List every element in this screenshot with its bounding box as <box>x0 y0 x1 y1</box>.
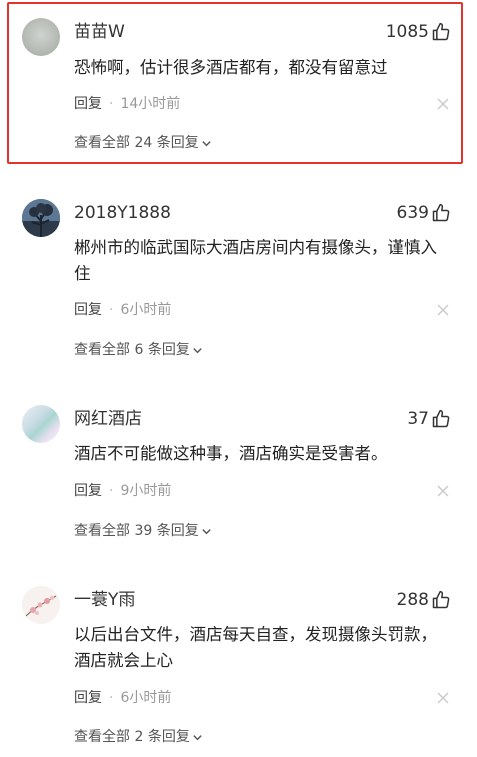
comment-time: 6小时前 <box>120 302 172 318</box>
comment-meta: 回复 · 6小时前 <box>74 689 171 707</box>
reply-button[interactable]: 回复 <box>74 690 102 706</box>
comment-item: 2018Y1888 639 郴州市的临武国际大酒店房间内有摄像头，谨慎入住 回复… <box>0 185 477 375</box>
chevron-down-icon <box>193 734 202 740</box>
separator: · <box>109 690 114 706</box>
like-count: 37 <box>407 409 429 429</box>
reply-button[interactable]: 回复 <box>74 483 102 499</box>
comment-username[interactable]: 2018Y1888 <box>74 202 171 224</box>
view-all-prefix: 查看全部 <box>74 523 130 539</box>
comment-text: 恐怖啊，估计很多酒店都有，都没有留意过 <box>74 58 388 77</box>
thumbs-up-icon <box>432 203 450 222</box>
close-icon[interactable] <box>437 304 449 316</box>
comment-username[interactable]: 网红酒店 <box>74 408 142 430</box>
chevron-down-icon <box>193 347 202 353</box>
close-icon[interactable] <box>437 98 449 110</box>
view-all-replies-link[interactable]: 查看全部 39 条回复 <box>74 522 212 540</box>
comment-time: 14小时前 <box>120 96 181 112</box>
comment-text: 以后出台文件，酒店每天自查，发现摄像头罚款，酒店就会上心 <box>74 625 437 670</box>
comment-text: 酒店不可能做这种事，酒店确实是受害者。 <box>74 444 388 463</box>
like-button[interactable]: 288 <box>397 589 451 611</box>
avatar[interactable] <box>22 199 60 237</box>
view-all-suffix: 条回复 <box>156 523 199 539</box>
comment-username[interactable]: 一蓑Y雨 <box>74 589 135 611</box>
avatar[interactable] <box>22 586 60 624</box>
close-icon[interactable] <box>437 692 449 704</box>
separator: · <box>109 483 114 499</box>
thumbs-up-icon <box>432 590 450 609</box>
close-icon[interactable] <box>437 485 449 497</box>
comment-meta: 回复 · 6小时前 <box>74 301 171 319</box>
comment-item: 网红酒店 37 酒店不可能做这种事，酒店确实是受害者。 回复 · 9小时前 查看全部… <box>0 392 477 552</box>
like-button[interactable]: 37 <box>407 408 451 430</box>
view-all-replies-link[interactable]: 查看全部 6 条回复 <box>74 341 203 359</box>
comment-item: 一蓑Y雨 288 以后出台文件，酒店每天自查，发现摄像头罚款，酒店就会上心 回复… <box>0 573 477 757</box>
reply-count: 24 <box>134 135 153 151</box>
avatar[interactable] <box>22 18 60 56</box>
separator: · <box>109 302 114 318</box>
comment-item: 苗苗W 1085 恐怖啊，估计很多酒店都有，都没有留意过 回复 · 14小时前 查看… <box>0 0 477 170</box>
reply-button[interactable]: 回复 <box>74 96 102 112</box>
view-all-prefix: 查看全部 <box>74 135 130 151</box>
tree-silhouette-icon <box>22 199 60 237</box>
comment-meta: 回复 · 9小时前 <box>74 482 171 500</box>
comment-meta: 回复 · 14小时前 <box>74 95 180 113</box>
chevron-down-icon <box>202 528 211 534</box>
comment-username[interactable]: 苗苗W <box>74 21 125 43</box>
like-count: 288 <box>396 590 429 610</box>
like-count: 639 <box>396 203 429 223</box>
reply-button[interactable]: 回复 <box>74 302 102 318</box>
comment-time: 9小时前 <box>120 483 172 499</box>
view-all-suffix: 条回复 <box>156 135 199 151</box>
avatar[interactable] <box>22 405 60 443</box>
blossom-icon <box>22 586 60 624</box>
thumbs-up-icon <box>432 22 450 41</box>
like-button[interactable]: 639 <box>397 202 451 224</box>
comment-time: 6小时前 <box>120 690 172 706</box>
separator: · <box>109 96 114 112</box>
thumbs-up-icon <box>432 409 450 428</box>
comment-text: 郴州市的临武国际大酒店房间内有摄像头，谨慎入住 <box>74 238 437 283</box>
view-all-suffix: 条回复 <box>147 729 190 745</box>
like-button[interactable]: 1085 <box>386 21 451 43</box>
reply-count: 39 <box>134 523 153 539</box>
reply-count: 6 <box>134 342 144 358</box>
like-count: 1085 <box>385 22 429 42</box>
reply-count: 2 <box>134 729 144 745</box>
view-all-replies-link[interactable]: 查看全部 2 条回复 <box>74 728 203 746</box>
view-all-replies-link[interactable]: 查看全部 24 条回复 <box>74 134 212 152</box>
chevron-down-icon <box>202 140 211 146</box>
view-all-prefix: 查看全部 <box>74 342 130 358</box>
view-all-suffix: 条回复 <box>147 342 190 358</box>
view-all-prefix: 查看全部 <box>74 729 130 745</box>
